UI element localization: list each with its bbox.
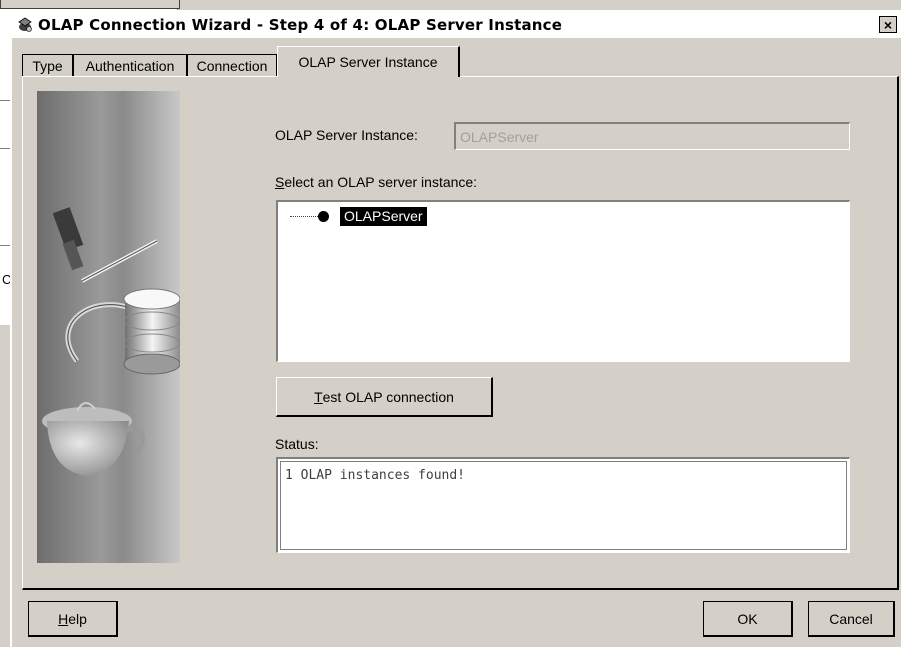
label-text: elect an OLAP server instance: bbox=[284, 174, 478, 190]
tab-type[interactable]: Type bbox=[22, 54, 73, 76]
wizard-illustration bbox=[37, 91, 181, 563]
database-illustration bbox=[123, 288, 181, 375]
test-olap-connection-button[interactable]: Test OLAP connection bbox=[276, 377, 493, 417]
select-instance-label: Select an OLAP server instance: bbox=[275, 174, 477, 190]
tab-label: Connection bbox=[196, 57, 268, 74]
tree-node-icon bbox=[318, 211, 329, 222]
status-textarea[interactable]: 1 OLAP instances found! bbox=[276, 457, 850, 553]
button-label: Cancel bbox=[829, 610, 873, 627]
tree-item-olapserver[interactable]: OLAPServer bbox=[340, 207, 427, 226]
background-window-edge bbox=[0, 0, 180, 9]
ok-button[interactable]: OK bbox=[703, 601, 793, 637]
coffee-cup-graphic bbox=[42, 402, 146, 476]
close-icon: × bbox=[883, 16, 893, 33]
server-instance-tree[interactable]: OLAPServer bbox=[276, 200, 850, 362]
mnemonic-char: S bbox=[275, 174, 285, 190]
olap-connection-wizard-dialog: OLAP Connection Wizard - Step 4 of 4: OL… bbox=[10, 10, 901, 647]
connector-plug-graphic bbox=[52, 207, 84, 271]
status-text: 1 OLAP instances found! bbox=[280, 461, 847, 550]
instance-label: OLAP Server Instance: bbox=[275, 127, 418, 143]
cancel-button[interactable]: Cancel bbox=[808, 601, 895, 637]
instance-value: OLAPServer bbox=[460, 129, 539, 145]
tab-label: OLAP Server Instance bbox=[298, 54, 438, 70]
button-label: OK bbox=[737, 610, 758, 627]
button-label: est OLAP connection bbox=[322, 388, 454, 405]
close-button[interactable]: × bbox=[879, 16, 897, 33]
button-label: elp bbox=[68, 610, 87, 627]
tab-authentication[interactable]: Authentication bbox=[73, 54, 187, 76]
tab-label: Authentication bbox=[85, 57, 175, 74]
mnemonic-char: T bbox=[314, 388, 323, 405]
dialog-title: OLAP Connection Wizard - Step 4 of 4: OL… bbox=[38, 16, 563, 34]
status-label: Status: bbox=[275, 436, 319, 452]
title-bar[interactable]: OLAP Connection Wizard - Step 4 of 4: OL… bbox=[12, 12, 901, 38]
tree-connector-line bbox=[290, 216, 320, 217]
tab-olap-server-instance[interactable]: OLAP Server Instance bbox=[277, 46, 460, 77]
tab-label: Type bbox=[32, 57, 63, 74]
mnemonic-char: H bbox=[58, 610, 69, 627]
help-button[interactable]: Help bbox=[28, 601, 118, 637]
instance-field: OLAPServer bbox=[454, 122, 850, 150]
wizard-app-icon bbox=[15, 15, 35, 35]
tab-connection[interactable]: Connection bbox=[187, 54, 277, 76]
